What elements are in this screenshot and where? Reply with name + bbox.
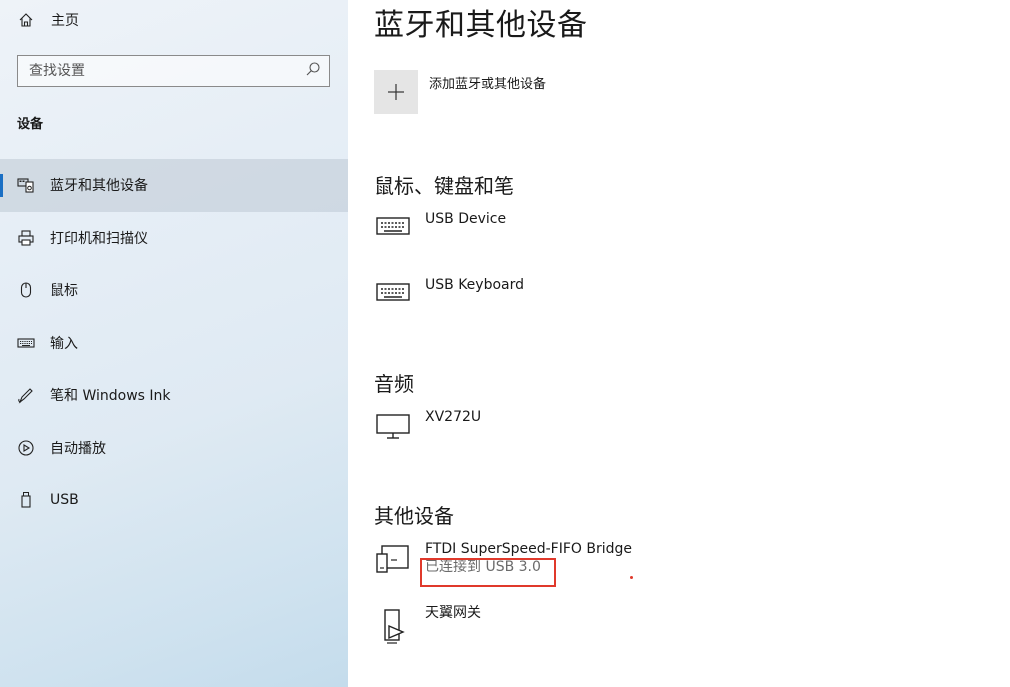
group-title-input-devices: 鼠标、键盘和笔 bbox=[374, 174, 514, 198]
group-title-audio: 音频 bbox=[374, 372, 414, 396]
home-label: 主页 bbox=[51, 13, 79, 29]
sidebar-nav: 蓝牙和其他设备 打印机和扫描仪 鼠标 输入 笔和 Windows Ink 自动播… bbox=[0, 159, 348, 527]
device-icon bbox=[374, 544, 412, 574]
sidebar-item-label: USB bbox=[50, 492, 79, 509]
highlight-box bbox=[420, 558, 556, 587]
keyboard-icon bbox=[374, 280, 412, 310]
sidebar-item-mouse[interactable]: 鼠标 bbox=[0, 264, 348, 317]
sidebar-item-label: 蓝牙和其他设备 bbox=[50, 178, 148, 195]
sidebar-item-label: 输入 bbox=[50, 335, 78, 352]
pen-icon bbox=[17, 386, 35, 404]
device-item[interactable]: USB Keyboard bbox=[374, 276, 524, 310]
device-item[interactable]: XV272U bbox=[374, 408, 481, 442]
search-icon[interactable] bbox=[305, 61, 321, 81]
device-name: 天翼网关 bbox=[425, 605, 481, 621]
device-name: XV272U bbox=[425, 409, 482, 425]
page-title: 蓝牙和其他设备 bbox=[374, 8, 588, 43]
media-device-icon bbox=[374, 608, 412, 644]
sidebar-item-label: 打印机和扫描仪 bbox=[50, 230, 148, 247]
usb-icon bbox=[17, 491, 35, 509]
device-item[interactable]: 天翼网关 bbox=[374, 604, 481, 644]
sidebar-item-usb[interactable]: USB bbox=[0, 474, 348, 527]
monitor-icon bbox=[374, 412, 412, 442]
add-device-button[interactable] bbox=[374, 70, 418, 114]
keyboard-icon bbox=[17, 334, 35, 352]
group-title-other: 其他设备 bbox=[374, 504, 454, 528]
home-icon bbox=[18, 12, 34, 28]
search-box[interactable] bbox=[17, 55, 330, 87]
plus-icon bbox=[388, 84, 404, 100]
sidebar: 主页 设备 蓝牙和其他设备 打印机和扫描仪 鼠标 bbox=[0, 0, 348, 687]
sidebar-item-bluetooth[interactable]: 蓝牙和其他设备 bbox=[0, 159, 348, 212]
home-link[interactable]: 主页 bbox=[18, 9, 79, 31]
sidebar-item-pen[interactable]: 笔和 Windows Ink bbox=[0, 369, 348, 422]
sidebar-item-typing[interactable]: 输入 bbox=[0, 317, 348, 370]
sidebar-item-label: 笔和 Windows Ink bbox=[50, 388, 171, 405]
sidebar-item-label: 自动播放 bbox=[50, 440, 106, 457]
device-name: USB Device bbox=[425, 211, 507, 227]
sidebar-item-printers[interactable]: 打印机和扫描仪 bbox=[0, 212, 348, 265]
sidebar-item-autoplay[interactable]: 自动播放 bbox=[0, 422, 348, 475]
device-name: FTDI SuperSpeed-FIFO Bridge bbox=[425, 541, 633, 557]
keyboard-icon bbox=[374, 214, 412, 244]
red-dot bbox=[630, 576, 633, 579]
printer-icon bbox=[17, 229, 35, 247]
device-item[interactable]: USB Device bbox=[374, 210, 506, 244]
main-content: 蓝牙和其他设备 添加蓝牙或其他设备 鼠标、键盘和笔 USB Device USB… bbox=[348, 0, 1010, 687]
device-name: USB Keyboard bbox=[425, 277, 524, 293]
autoplay-icon bbox=[17, 439, 35, 457]
mouse-icon bbox=[17, 281, 35, 299]
bluetooth-devices-icon bbox=[17, 176, 35, 194]
sidebar-item-label: 鼠标 bbox=[50, 283, 78, 300]
add-device-label[interactable]: 添加蓝牙或其他设备 bbox=[429, 73, 546, 92]
section-label: 设备 bbox=[17, 117, 44, 132]
search-input[interactable] bbox=[29, 63, 305, 79]
